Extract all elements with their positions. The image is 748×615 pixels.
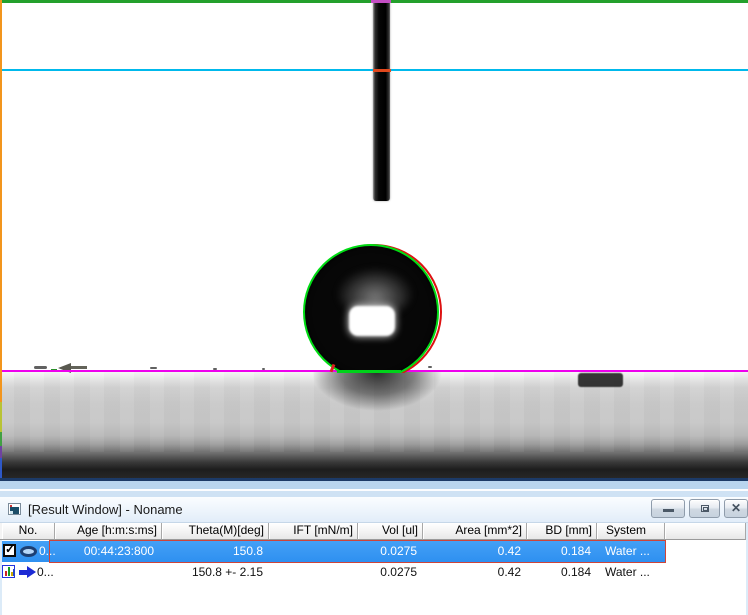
minimize-icon <box>663 509 674 512</box>
table-row[interactable]: 0... 150.8 +- 2.15 0.0275 0.42 0.184 Wat… <box>2 563 665 581</box>
baseline-arrow-tail <box>71 366 87 369</box>
column-header-system[interactable]: System <box>597 523 665 540</box>
camera-view <box>0 0 748 478</box>
cell-theta: 150.8 <box>162 541 267 562</box>
minimize-button[interactable] <box>651 499 685 518</box>
restore-button[interactable] <box>689 499 720 518</box>
column-header-age[interactable]: Age [h:m:s:ms] <box>55 523 162 540</box>
drop-specular-highlight <box>349 306 395 336</box>
left-scale-orange <box>0 0 2 402</box>
app-screen: [Result Window] - Noname ✕ No. Age [h:m:… <box>0 0 748 615</box>
icon-dot <box>10 505 12 507</box>
chart-bar-green <box>8 567 10 576</box>
statistics-chart-icon <box>2 565 15 578</box>
chart-bar-red <box>5 571 7 576</box>
column-header-area[interactable]: Area [mm*2] <box>423 523 527 540</box>
restore-icon <box>701 505 709 512</box>
chart-bar-blue <box>13 569 15 576</box>
column-header-bd[interactable]: BD [mm] <box>527 523 597 540</box>
needle-marker-magenta <box>371 0 391 3</box>
window-border <box>0 481 748 489</box>
cell-no: 0... <box>39 541 56 562</box>
left-scale-blue <box>0 458 2 478</box>
sessile-drop <box>302 242 444 373</box>
icon-corner <box>10 511 13 514</box>
needle-marker-red <box>373 69 391 72</box>
left-scale-yellowgreen <box>0 402 2 432</box>
checkmark-icon: ✓ <box>5 542 15 556</box>
drop-fitted-circle-green <box>303 244 439 373</box>
contact-line-green <box>337 370 401 373</box>
dosing-needle <box>373 0 390 201</box>
dust-speck <box>34 366 47 369</box>
column-header-theta[interactable]: Theta(M)[deg] <box>162 523 269 540</box>
dust-speck <box>150 367 157 369</box>
close-icon: ✕ <box>725 501 747 515</box>
cell-ift <box>269 541 358 562</box>
left-scale-green <box>0 432 2 446</box>
cell-bd: 0.184 <box>527 541 595 562</box>
left-scale-purple <box>0 446 2 458</box>
drop-reflection <box>310 372 444 422</box>
cell-age <box>55 563 158 581</box>
cell-system: Water ... <box>597 541 665 562</box>
window-title: [Result Window] - Noname <box>28 497 183 523</box>
cell-age: 00:44:23:800 <box>55 541 158 562</box>
drop-contour-icon <box>20 546 37 557</box>
result-window-titlebar[interactable]: [Result Window] - Noname ✕ <box>0 497 748 523</box>
cell-vol: 0.0275 <box>358 541 421 562</box>
cell-no: 0... <box>37 563 54 581</box>
table-row-selected[interactable]: ✓ 0... 00:44:23:800 150.8 0.0275 0.42 0.… <box>2 541 665 562</box>
cell-ift <box>269 563 358 581</box>
column-header-ift[interactable]: IFT [mN/m] <box>269 523 358 540</box>
result-window-icon <box>8 503 21 515</box>
column-header-no[interactable]: No. <box>2 523 55 540</box>
cell-area: 0.42 <box>423 541 525 562</box>
cell-vol: 0.0275 <box>358 563 421 581</box>
column-header-vol[interactable]: Vol [ul] <box>358 523 423 540</box>
surface-debris <box>578 373 623 387</box>
cell-theta: 150.8 +- 2.15 <box>162 563 267 581</box>
cell-bd: 0.184 <box>527 563 595 581</box>
cell-system: Water ... <box>597 563 665 581</box>
arrow-right-icon <box>19 566 36 579</box>
column-header-filler <box>665 523 746 540</box>
result-window: [Result Window] - Noname ✕ No. Age [h:m:… <box>0 478 748 615</box>
close-button[interactable]: ✕ <box>724 499 748 518</box>
row-checkbox[interactable]: ✓ <box>3 544 16 557</box>
cell-area: 0.42 <box>423 563 525 581</box>
